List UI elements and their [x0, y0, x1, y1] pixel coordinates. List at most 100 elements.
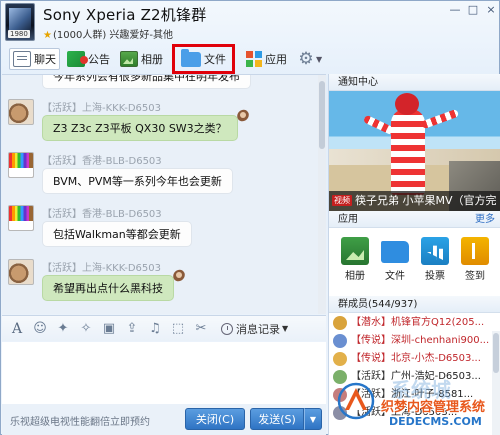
chevron-down-icon: ▼ [282, 324, 289, 333]
scrollbar-thumb[interactable] [319, 81, 325, 149]
tab-file[interactable]: 文件 [172, 44, 235, 74]
app-vote[interactable]: 投票 [418, 229, 452, 289]
video-banner[interactable]: 视频 筷子兄弟 小苹果MV（官方完 [329, 91, 500, 211]
tab-album-label: 相册 [141, 53, 163, 66]
message-bubble[interactable]: Z3 Z3c Z3平板 QX30 SW3之类？ [42, 112, 246, 141]
album-app-icon [341, 237, 369, 265]
app-checkin[interactable]: 签到 [458, 229, 492, 289]
apps-grid: 相册 文件 投票 签到 [329, 229, 500, 289]
video-figure-arm [420, 108, 460, 130]
members-header: 群成员(544/937) [329, 296, 500, 313]
app-label: 文件 [385, 271, 405, 282]
upload-icon[interactable]: ⇪ [123, 320, 141, 338]
star-icon: ★ [43, 30, 52, 41]
avatar[interactable] [8, 152, 34, 178]
member-item[interactable]: 【传说】 北京-小杰-D6503... [329, 350, 500, 368]
emoji-icon[interactable]: ☺ [31, 320, 49, 338]
album-icon [120, 51, 138, 67]
avatar-screen [9, 8, 31, 30]
close-button[interactable]: 关闭(C) [185, 408, 245, 430]
avatar [333, 334, 347, 348]
apps-icon [246, 51, 262, 67]
tab-apps-label: 应用 [265, 53, 287, 66]
checkin-app-icon [461, 237, 489, 265]
chevron-down-icon: ▼ [309, 415, 317, 424]
avatar[interactable] [8, 205, 34, 231]
video-caption[interactable]: 视频 筷子兄弟 小苹果MV（官方完 [329, 191, 500, 211]
message-partial: 今年系列会有很多新品集中在明年发布 [8, 75, 318, 89]
image-icon[interactable]: ▣ [100, 320, 118, 338]
group-subtitle-text: (1000人群) 兴趣爱好-其他 [52, 30, 174, 41]
video-figure-head [395, 93, 419, 115]
tab-notice[interactable]: 公告 [64, 47, 113, 71]
tab-apps[interactable]: 应用 [243, 47, 290, 71]
tab-chat-label: 聊天 [34, 53, 56, 66]
watermark-logo [337, 382, 375, 420]
shake-icon[interactable]: ✧ [77, 320, 95, 338]
scissors-icon[interactable]: ✂ [192, 320, 210, 338]
chat-window: 1980 Sony Xperia Z2机锋群 ★(1000人群) 兴趣爱好-其他… [0, 0, 500, 435]
window-controls: — □ × [447, 3, 499, 17]
app-album[interactable]: 相册 [338, 229, 372, 289]
clock-icon [221, 322, 233, 335]
member-tag: 【传说】 [351, 335, 391, 346]
message-sender[interactable]: 【活跃】香港-BLB-D6503 [42, 205, 162, 220]
chat-scrollbar[interactable] [318, 75, 326, 314]
avatar[interactable] [8, 259, 34, 285]
settings-menu[interactable]: ⚙ ▼ [294, 47, 325, 71]
font-icon[interactable]: A [8, 320, 26, 338]
message-bubble[interactable]: 今年系列会有很多新品集中在明年发布 [42, 75, 251, 89]
message: 【活跃】香港-BLB-D6503 BVM、PVM等一系列今年也会更新 [8, 152, 318, 198]
watermark-url: DEDECMS.COM [389, 415, 482, 428]
music-icon[interactable]: ♫ [146, 320, 164, 338]
avatar [333, 352, 347, 366]
members-header-title: 群成员(544/937) [338, 299, 418, 310]
message: 【活跃】上海-KKK-D6503 希望再出点什么黑科技 [8, 259, 318, 305]
tab-chat[interactable]: 聊天 [9, 48, 60, 70]
member-tag: 【潜水】 [351, 317, 391, 328]
message-bubble[interactable]: 希望再出点什么黑科技 [42, 272, 182, 301]
member-item[interactable]: 【传说】 深圳-chenhani900... [329, 332, 500, 350]
message-sender[interactable]: 【活跃】上海-KKK-D6503 [42, 99, 161, 114]
close-window-button[interactable]: × [483, 3, 499, 17]
maximize-button[interactable]: □ [465, 3, 481, 17]
message-bubble[interactable]: 包括Walkman等都会更新 [42, 221, 192, 247]
member-item[interactable]: 【潜水】 机锋官方Q12(205... [329, 314, 500, 332]
send-options-button[interactable]: ▼ [304, 408, 322, 430]
message-bubble[interactable]: BVM、PVM等一系列今年也会更新 [42, 168, 233, 194]
magic-icon[interactable]: ✦ [54, 320, 72, 338]
apps-header-title: 应用 [338, 214, 358, 225]
group-title[interactable]: Sony Xperia Z2机锋群 [43, 4, 206, 25]
chat-messages[interactable]: 今年系列会有很多新品集中在明年发布 【活跃】上海-KKK-D6503 Z3 Z3… [2, 74, 326, 314]
message: 【活跃】上海-KKK-D6503 Z3 Z3c Z3平板 QX30 SW3之类？ [8, 99, 318, 145]
bubble-decoration-icon [171, 269, 187, 283]
apps-more-link[interactable]: 更多 [475, 211, 495, 228]
apps-header: 应用 更多 [329, 211, 500, 228]
avatar [333, 316, 347, 330]
bubble-decoration-icon [235, 109, 251, 123]
avatar[interactable] [8, 99, 34, 125]
folder-icon [181, 48, 201, 67]
tab-notice-label: 公告 [88, 53, 110, 66]
watermark: 系统城 织梦内容管理系统 DEDECMS.COM [335, 374, 495, 432]
vote-app-icon [421, 237, 449, 265]
avatar-badge: 1980 [8, 30, 30, 38]
send-button[interactable]: 发送(S) [250, 408, 304, 430]
message-text: 希望再出点什么黑科技 [53, 282, 163, 295]
message-sender[interactable]: 【活跃】香港-BLB-D6503 [42, 152, 162, 167]
input-toolbar: A ☺ ✦ ✧ ▣ ⇪ ♫ ⬚ ✂ 消息记录 ▼ [2, 315, 326, 341]
app-file[interactable]: 文件 [378, 229, 412, 289]
tab-album[interactable]: 相册 [117, 47, 166, 71]
file-app-icon [381, 241, 409, 263]
minimize-button[interactable]: — [447, 3, 463, 17]
message-input[interactable] [2, 342, 326, 404]
watermark-title: 织梦内容管理系统 [381, 400, 486, 415]
notice-center-title: 通知中心 [338, 77, 378, 88]
group-subtitle: ★(1000人群) 兴趣爱好-其他 [43, 26, 173, 41]
history-button[interactable]: 消息记录 ▼ [221, 321, 288, 337]
group-avatar[interactable]: 1980 [5, 3, 35, 41]
message-sender[interactable]: 【活跃】上海-KKK-D6503 [42, 259, 161, 274]
screenshot-icon[interactable]: ⬚ [169, 320, 187, 338]
scrollbar-thumb[interactable] [493, 333, 499, 373]
ad-link[interactable]: 乐视超级电视性能翻倍立即预约 [10, 413, 150, 428]
